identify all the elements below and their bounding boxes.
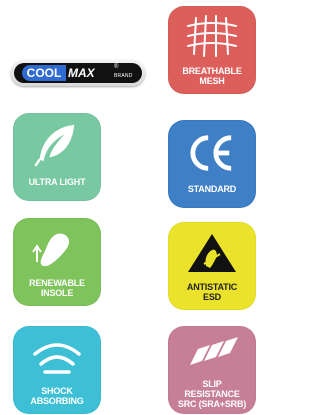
tile-antistatic-esd: ANTISTATIC ESD bbox=[168, 222, 256, 310]
coolmax-logo-body: COOL MAX ® BRAND bbox=[14, 63, 142, 83]
tile-breathable-label: BREATHABLE MESH bbox=[170, 66, 254, 86]
label-line: MESH bbox=[199, 76, 225, 86]
tile-shock-label: SHOCK ABSORBING bbox=[15, 386, 99, 406]
label-line: ESD bbox=[203, 292, 221, 302]
tile-ce-standard: STANDARD bbox=[168, 120, 256, 208]
label-line: BREATHABLE bbox=[182, 66, 242, 76]
label-line: ULTRA LIGHT bbox=[28, 177, 86, 187]
feather-icon bbox=[34, 124, 75, 167]
coolmax-registered-mark: ® bbox=[114, 64, 119, 70]
coolmax-logo: COOL MAX ® BRAND bbox=[11, 60, 145, 86]
label-line: ABSORBING bbox=[30, 396, 84, 406]
insole-icon bbox=[32, 233, 70, 267]
label-line: INSOLE bbox=[40, 288, 74, 298]
tile-standard-label: STANDARD bbox=[170, 184, 254, 194]
slip-arrows-icon bbox=[190, 337, 238, 365]
ce-mark-icon bbox=[190, 135, 232, 171]
label-line: RENEWABLE bbox=[29, 278, 85, 288]
tile-breathable-mesh: BREATHABLE MESH bbox=[168, 6, 256, 94]
tile-esd-label: ANTISTATIC ESD bbox=[170, 282, 254, 302]
label-line: SLIP bbox=[202, 379, 222, 389]
tile-insole-label: RENEWABLE INSOLE bbox=[15, 278, 99, 298]
esd-warning-icon bbox=[188, 234, 236, 272]
label-line: SHOCK bbox=[41, 386, 73, 396]
shock-waves-icon bbox=[33, 343, 81, 374]
tile-slip-resistance: SLIP RESISTANCE SRC (SRA+SRB) bbox=[168, 326, 256, 414]
coolmax-brand-text: BRAND bbox=[114, 73, 133, 79]
label-line: RESISTANCE bbox=[184, 389, 240, 399]
tile-shock-absorbing: SHOCK ABSORBING bbox=[13, 326, 101, 414]
mesh-icon bbox=[187, 15, 237, 57]
coolmax-max-text: MAX bbox=[68, 66, 95, 80]
tile-ultralight-label: ULTRA LIGHT bbox=[15, 177, 99, 187]
coolmax-cool-text: COOL bbox=[22, 65, 66, 81]
label-line: ANTISTATIC bbox=[186, 282, 238, 292]
tile-slip-label: SLIP RESISTANCE SRC (SRA+SRB) bbox=[170, 379, 254, 409]
label-line: SRC (SRA+SRB) bbox=[177, 399, 247, 409]
tile-ultra-light: ULTRA LIGHT bbox=[13, 113, 101, 201]
tile-renewable-insole: RENEWABLE INSOLE bbox=[13, 218, 101, 306]
label-line: STANDARD bbox=[187, 184, 237, 194]
